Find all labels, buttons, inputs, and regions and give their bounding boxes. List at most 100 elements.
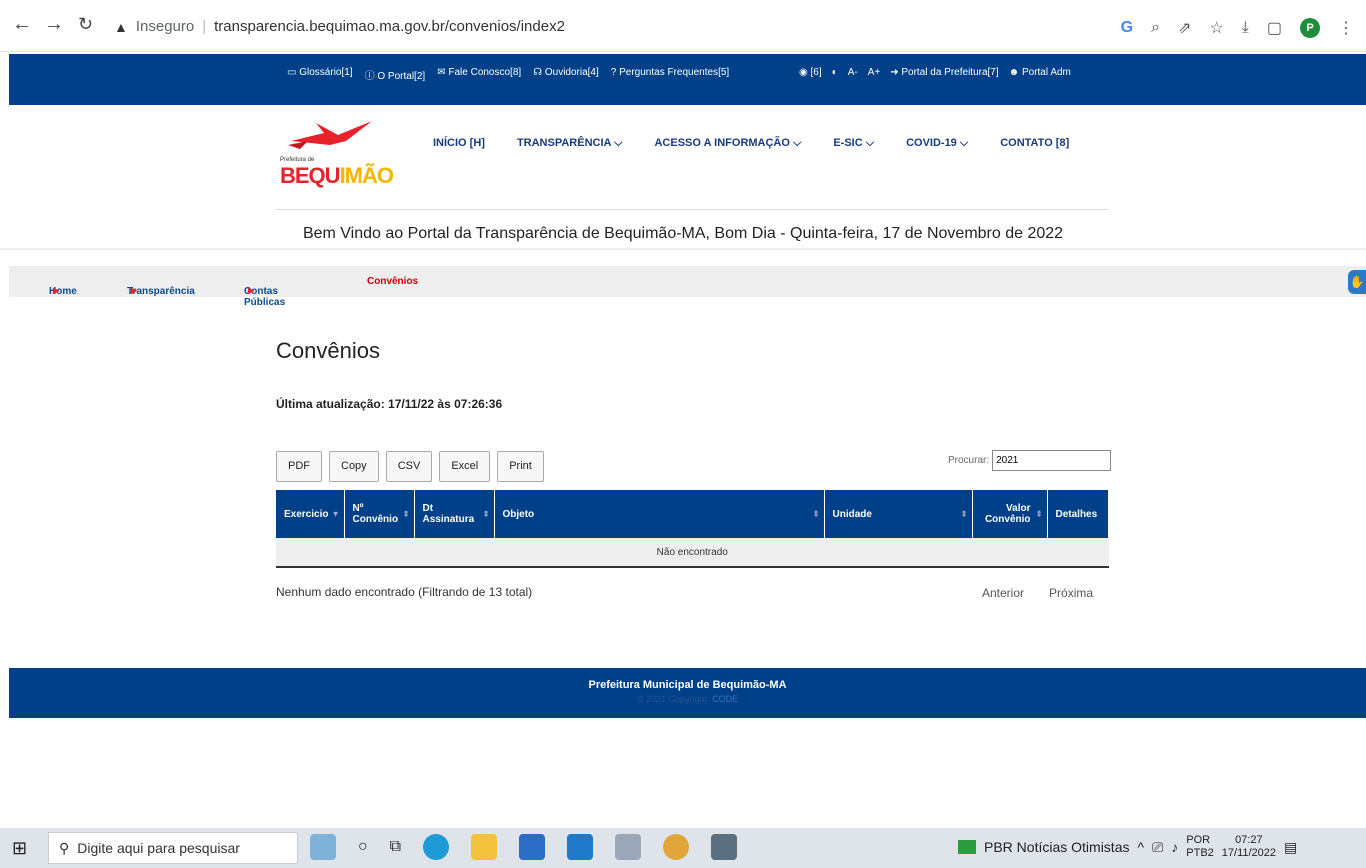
- col-unidade[interactable]: Unidade ⇕: [824, 490, 973, 538]
- browser-actions: G ⌕ ⇗ ☆ ⤓ ▢ P ⋮: [1121, 18, 1354, 38]
- bookmark-star-icon[interactable]: ☆: [1209, 18, 1223, 38]
- nav-covid[interactable]: COVID-19 ⌵: [906, 137, 968, 150]
- perguntas-link[interactable]: ? Perguntas Frequentes[5]: [611, 67, 729, 82]
- news-widget[interactable]: PBR Notícias Otimistas: [984, 839, 1129, 855]
- glossario-link[interactable]: ▭ Glossário[1]: [287, 67, 353, 82]
- sort-icon: ⇕: [1035, 509, 1043, 519]
- col-objeto[interactable]: Objeto ⇕: [494, 490, 825, 538]
- bird-logo-icon: [288, 121, 372, 149]
- site-header: Prefeitura de BEQUIMÃO INÍCIO [H] TRANSP…: [0, 105, 1366, 248]
- back-icon[interactable]: ←: [12, 14, 32, 34]
- contrast-icon[interactable]: ◐: [832, 67, 838, 78]
- sort-icon: ⇕: [960, 509, 968, 519]
- share-icon[interactable]: ⇗: [1178, 18, 1191, 38]
- tray-expand-icon[interactable]: ^: [1137, 839, 1144, 855]
- windows-start-icon[interactable]: ⊞: [12, 838, 27, 859]
- download-icon[interactable]: ⤓: [1242, 19, 1249, 37]
- file-explorer-icon[interactable]: [471, 834, 498, 860]
- font-decrease-button[interactable]: A-: [848, 67, 858, 78]
- last-updated: Última atualização: 17/11/22 às 07:26:36: [276, 397, 503, 411]
- nav-esic[interactable]: E-SIC ⌵: [833, 137, 874, 150]
- volume-icon[interactable]: ♪: [1171, 839, 1178, 855]
- print-button[interactable]: Print: [497, 451, 544, 482]
- store-icon[interactable]: [519, 834, 546, 860]
- menu-icon[interactable]: ⋮: [1338, 18, 1354, 38]
- search-label: Procurar:: [948, 455, 990, 466]
- footer-copyright: © 2021 Copyright: CODE: [636, 694, 739, 704]
- sort-icon: ▼: [331, 509, 340, 519]
- warning-icon: ▲: [114, 18, 128, 35]
- mail-icon[interactable]: [567, 834, 594, 860]
- system-tray: PBR Notícias Otimistas ^ ⎚ ♪ POR PTB2 07:…: [958, 834, 1297, 860]
- table-row: Não encontrado: [276, 538, 1109, 568]
- zoom-icon[interactable]: ⌕: [1151, 19, 1160, 37]
- cortana-icon[interactable]: ○: [358, 838, 368, 856]
- csv-button[interactable]: CSV: [385, 451, 433, 482]
- welcome-text: Bem Vindo ao Portal da Transparência de …: [302, 225, 1064, 242]
- copy-button[interactable]: Copy: [329, 451, 379, 482]
- accessibility-link[interactable]: ◉ [6]: [799, 67, 822, 78]
- task-view-icon[interactable]: ⧉: [390, 838, 401, 856]
- nav-contato[interactable]: CONTATO [8]: [1000, 137, 1069, 150]
- empty-cell: Não encontrado: [276, 538, 1109, 568]
- url-text[interactable]: transparencia.bequimao.ma.gov.br/conveni…: [214, 18, 565, 35]
- notification-icon[interactable]: ▤: [1284, 839, 1297, 856]
- fale-conosco-link[interactable]: ✉ Fale Conosco[8]: [437, 67, 521, 82]
- code-link[interactable]: CODE: [712, 694, 738, 704]
- nav-acesso-informacao[interactable]: ACESSO A INFORMAÇÃO ⌵: [654, 137, 801, 150]
- language-indicator[interactable]: POR PTB2: [1186, 834, 1214, 860]
- browser-toolbar: ← → ↻ ▲ Inseguro | transparencia.bequima…: [0, 0, 1366, 52]
- export-buttons: PDF Copy CSV Excel Print: [276, 451, 544, 482]
- search-input[interactable]: [992, 450, 1112, 471]
- o-portal-link[interactable]: ⓘ O Portal[2]: [365, 67, 426, 82]
- weather-app-icon[interactable]: [310, 834, 336, 860]
- forward-icon[interactable]: →: [44, 14, 64, 34]
- pagination: Anterior Próxima: [982, 586, 1093, 600]
- col-detalhes: Detalhes: [1047, 490, 1109, 538]
- taskbar-search[interactable]: ⚲ Digite aqui para pesquisar: [48, 832, 298, 864]
- main-nav: INÍCIO [H] TRANSPARÊNCIA ⌵ ACESSO A INFO…: [433, 137, 1101, 150]
- reload-icon[interactable]: ↻: [78, 14, 93, 34]
- paint-icon[interactable]: [615, 834, 642, 860]
- edge-icon[interactable]: [423, 834, 450, 860]
- windows-taskbar: ⊞ ⚲ Digite aqui para pesquisar ○ ⧉ PBR N…: [0, 828, 1366, 868]
- vlibras-icon[interactable]: ✋: [1348, 270, 1366, 294]
- search-icon: ⚲: [59, 839, 70, 856]
- taskbar-apps: ○ ⧉: [310, 834, 738, 860]
- portal-prefeitura-link[interactable]: ➜ Portal da Prefeitura[7]: [890, 67, 998, 78]
- clock[interactable]: 07:27 17/11/2022: [1222, 834, 1276, 860]
- table-search: Procurar:: [948, 450, 1112, 471]
- security-label: Inseguro: [135, 18, 195, 35]
- utility-bar: ▭ Glossário[1] ⓘ O Portal[2] ✉ Fale Cono…: [9, 54, 1366, 105]
- footer-title: Prefeitura Municipal de Bequimão-MA: [588, 679, 787, 691]
- sort-icon: ⇕: [482, 509, 490, 519]
- ouvidoria-link[interactable]: ☊ Ouvidoria[4]: [533, 67, 599, 82]
- convenios-table: Exercicio ▼ Nº Convênio ⇕ Dt Assinatura ⇕ O…: [276, 490, 1109, 568]
- portal-adm-link[interactable]: ☻ Portal Adm: [1009, 67, 1071, 78]
- col-numero[interactable]: Nº Convênio ⇕: [344, 490, 415, 538]
- nav-transparencia[interactable]: TRANSPARÊNCIA ⌵: [517, 137, 623, 150]
- news-icon: [958, 840, 976, 854]
- profile-avatar[interactable]: P: [1300, 18, 1320, 38]
- col-data[interactable]: Dt Assinatura ⇕: [414, 490, 495, 538]
- breadcrumb-current: Convênios: [367, 276, 419, 287]
- font-increase-button[interactable]: A+: [868, 67, 881, 78]
- col-exercicio[interactable]: Exercicio ▼: [276, 490, 345, 538]
- excel-button[interactable]: Excel: [439, 451, 491, 482]
- address-bar[interactable]: ▲ Inseguro | transparencia.bequimao.ma.g…: [114, 18, 565, 35]
- page-title: Convênios: [276, 338, 380, 363]
- nav-inicio[interactable]: INÍCIO [H]: [433, 137, 485, 150]
- table-info: Nenhum dado encontrado (Filtrando de 13 …: [276, 585, 533, 599]
- site-footer: Prefeitura Municipal de Bequimão-MA © 20…: [9, 668, 1366, 718]
- chrome-icon[interactable]: [663, 834, 690, 860]
- prev-button[interactable]: Anterior: [982, 586, 1024, 600]
- calculator-icon[interactable]: [711, 834, 738, 860]
- col-valor[interactable]: Valor Convênio ⇕: [972, 490, 1048, 538]
- google-icon[interactable]: G: [1121, 19, 1133, 37]
- pdf-button[interactable]: PDF: [276, 451, 322, 482]
- site-logo[interactable]: Prefeitura de BEQUIMÃO: [278, 111, 394, 197]
- sidepanel-icon[interactable]: ▢: [1267, 18, 1282, 38]
- sort-icon: ⇕: [402, 509, 410, 519]
- next-button[interactable]: Próxima: [1049, 586, 1093, 600]
- network-icon[interactable]: ⎚: [1152, 839, 1163, 856]
